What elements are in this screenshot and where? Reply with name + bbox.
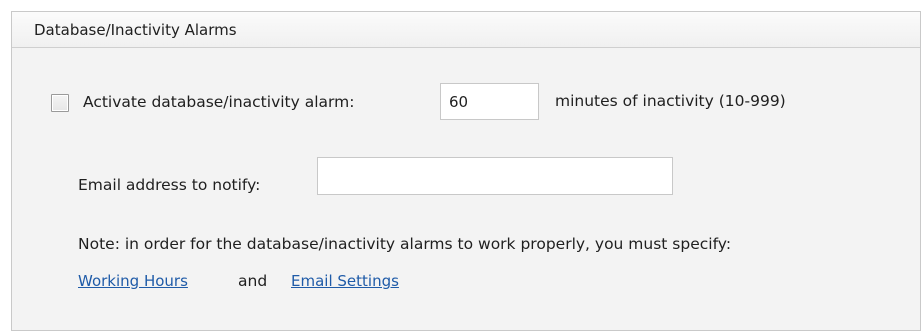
panel-title: Database/Inactivity Alarms <box>34 21 237 39</box>
minutes-hint-label: minutes of inactivity (10-999) <box>555 92 786 110</box>
panel-header: Database/Inactivity Alarms <box>12 12 920 48</box>
alarms-panel: Database/Inactivity Alarms Activate data… <box>11 11 921 331</box>
activate-alarm-label: Activate database/inactivity alarm: <box>83 93 355 111</box>
email-settings-link[interactable]: Email Settings <box>291 272 399 290</box>
email-field[interactable] <box>317 157 673 195</box>
and-text: and <box>238 272 268 290</box>
minutes-input[interactable] <box>440 83 539 120</box>
working-hours-link[interactable]: Working Hours <box>78 272 188 290</box>
email-label: Email address to notify: <box>78 176 261 194</box>
activate-alarm-checkbox[interactable] <box>51 94 69 112</box>
note-text: Note: in order for the database/inactivi… <box>78 235 732 253</box>
